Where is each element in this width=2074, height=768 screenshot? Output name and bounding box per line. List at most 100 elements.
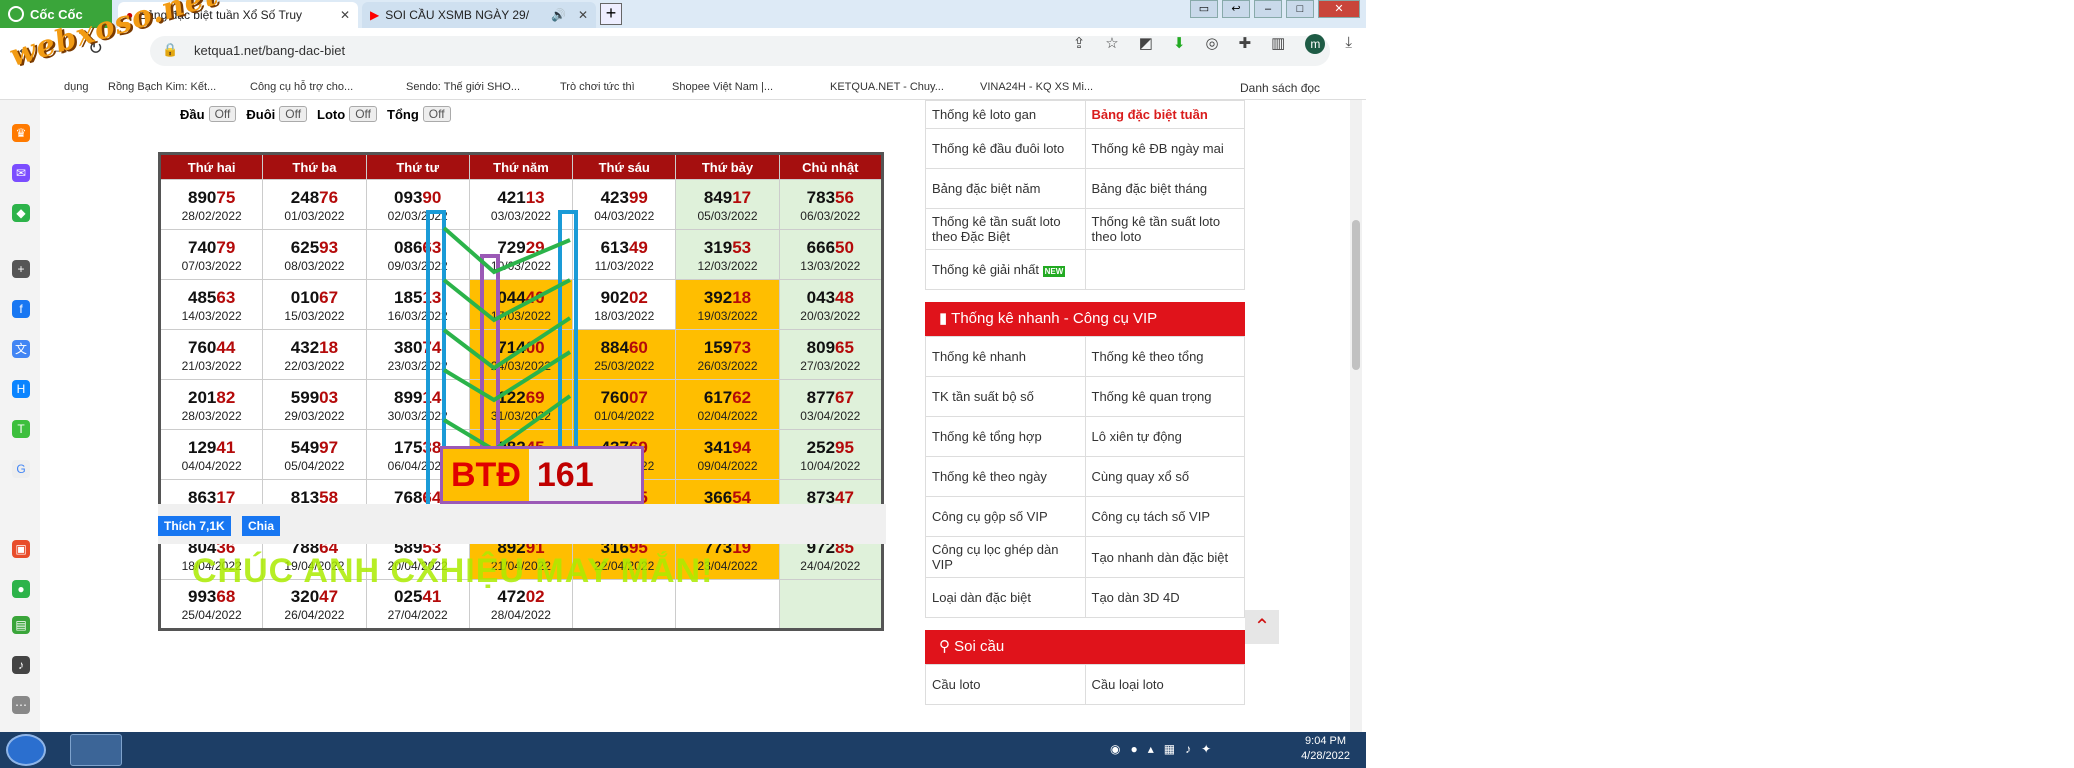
link-bang-db-thang[interactable]: Bảng đặc biệt tháng <box>1084 168 1245 209</box>
link-db-ngay-mai[interactable]: Thống kê ĐB ngày mai <box>1084 128 1245 169</box>
result-cell: 61349 11/03/2022 <box>572 229 677 280</box>
taskbar-coccoc-app[interactable] <box>70 734 122 766</box>
bookmark-item[interactable]: KETQUA.NET - Chuy... <box>830 81 944 93</box>
reading-list-button[interactable]: Danh sách đọc <box>1240 81 1320 95</box>
link-giai-nhat[interactable]: Thống kê giải nhất NEW <box>925 249 1086 290</box>
sidebar-link[interactable]: Công cụ gộp số VIP <box>925 496 1086 537</box>
search-tabs-icon[interactable]: ▭ <box>1190 0 1218 18</box>
sidebar-link[interactable]: Công cụ lọc ghép dàn VIP <box>925 536 1086 578</box>
link-tan-suat-db[interactable]: Thống kê tần suất loto theo Đặc Biệt <box>925 208 1086 250</box>
sidebar-link[interactable]: TK tần suất bộ số <box>925 376 1086 417</box>
prize-prefix: 809 <box>806 337 836 357</box>
extension-badge-icon[interactable]: ◩ <box>1139 34 1153 54</box>
draw-date: 04/04/2022 <box>181 458 242 473</box>
maximize-button[interactable]: □ <box>1286 0 1314 18</box>
filter-tong-toggle[interactable]: Off <box>422 106 451 122</box>
facebook-icon[interactable]: f <box>12 300 30 318</box>
color-wheel-icon[interactable]: ◎ <box>1206 34 1219 54</box>
sidebar-link[interactable]: Thống kê nhanh <box>925 336 1086 377</box>
crown-icon[interactable]: ♛ <box>12 124 30 142</box>
bookmark-item[interactable]: Shopee Việt Nam |... <box>672 81 773 93</box>
sidebar-link[interactable]: Cầu loại loto <box>1084 664 1245 705</box>
filter-duoi-toggle[interactable]: Off <box>279 106 308 122</box>
prize-tail: 29 <box>525 237 545 257</box>
shopping-icon[interactable]: ▣ <box>12 540 30 558</box>
map-pin-icon[interactable]: ● <box>12 580 30 598</box>
draw-date: 03/04/2022 <box>800 408 861 423</box>
close-tab-icon[interactable]: ✕ <box>578 8 588 22</box>
link-tan-suat-loto[interactable]: Thống kê tần suất loto theo loto <box>1084 208 1245 250</box>
close-window-button[interactable]: ✕ <box>1318 0 1360 18</box>
expand-icon[interactable]: ▴ <box>1148 742 1154 756</box>
tab-inactive[interactable]: ▶ SOI CẦU XSMB NGÀY 29/ 🔊 ✕ <box>362 2 596 28</box>
sidebar-link[interactable]: Cầu loto <box>925 664 1086 705</box>
globe-icon[interactable]: ◉ <box>1110 742 1120 756</box>
google-icon[interactable]: G <box>12 460 30 478</box>
downloads-icon[interactable]: ⤓ <box>1345 34 1352 54</box>
draw-date: 30/03/2022 <box>387 408 448 423</box>
bookmark-item[interactable]: Sendo: Thế giới SHO... <box>406 81 520 93</box>
link-dau-duoi-loto[interactable]: Thống kê đầu đuôi loto <box>925 128 1086 169</box>
sidebar-link[interactable]: Tạo nhanh dàn đặc biệt <box>1084 536 1245 578</box>
draw-date: 14/03/2022 <box>181 308 242 323</box>
sidebar-link[interactable]: Loại dàn đặc biệt <box>925 577 1086 618</box>
btd-label: BTĐ <box>443 449 529 501</box>
bookmark-item[interactable]: VINA24H - KQ XS Mi... <box>980 81 1093 93</box>
sheet-icon[interactable]: ▤ <box>12 616 30 634</box>
volume-icon[interactable]: ♪ <box>1185 742 1191 756</box>
sidebar-link[interactable]: Thống kê quan trọng <box>1084 376 1245 417</box>
bookmark-item[interactable]: dụng <box>64 81 88 93</box>
facebook-like-button[interactable]: Thích 7,1K <box>158 516 231 536</box>
sidebar-link[interactable]: Lô xiên tự động <box>1084 416 1245 457</box>
sidebar-link[interactable]: Thống kê tổng hợp <box>925 416 1086 457</box>
lock-icon[interactable]: 🔒 <box>162 42 178 58</box>
puzzle-icon[interactable]: ✚ <box>1239 34 1252 54</box>
draw-date: 04/03/2022 <box>594 208 655 223</box>
bookmark-item[interactable]: Công cụ hỗ trợ cho... <box>250 81 353 93</box>
app-icon[interactable]: ● <box>1130 742 1137 756</box>
game-icon[interactable]: ◆ <box>12 204 30 222</box>
translate-icon[interactable]: 文 <box>12 340 30 358</box>
back-icon[interactable]: ↩ <box>1222 0 1250 18</box>
filter-loto-toggle[interactable]: Off <box>349 106 377 122</box>
minimize-button[interactable]: – <box>1254 0 1282 18</box>
link-label: Thống kê giải nhất <box>932 262 1039 277</box>
download-icon[interactable]: ⬇ <box>1173 34 1186 54</box>
facebook-share-button[interactable]: Chia <box>242 516 281 536</box>
t-app-icon[interactable]: T <box>12 420 30 438</box>
start-button[interactable] <box>6 734 46 766</box>
bookmark-item[interactable]: Rồng Bạch Kim: Kết... <box>108 81 216 93</box>
messenger-icon[interactable]: ✉ <box>12 164 30 182</box>
bell-icon[interactable]: ♪ <box>12 656 30 674</box>
link-bang-dac-biet-tuan[interactable]: Bảng đặc biệt tuần <box>1084 100 1245 129</box>
scroll-to-top-button[interactable]: ⌃ <box>1245 610 1279 644</box>
result-cell: 25295 10/04/2022 <box>778 429 884 480</box>
sidebar-link[interactable]: Công cụ tách số VIP <box>1084 496 1245 537</box>
link-bang-db-nam[interactable]: Bảng đặc biệt năm <box>925 168 1086 209</box>
star-icon[interactable]: ☆ <box>1105 34 1118 54</box>
new-tab-button[interactable]: + <box>600 3 622 25</box>
clock[interactable]: 9:04 PM 4/28/2022 <box>1301 734 1350 764</box>
sidebar-link[interactable]: Cùng quay xổ số <box>1084 456 1245 497</box>
result-cell: 04348 20/03/2022 <box>778 279 884 330</box>
vertical-scrollbar[interactable] <box>1350 100 1362 732</box>
sidebar-link[interactable]: Thống kê theo ngày <box>925 456 1086 497</box>
bookmark-item[interactable]: Trò chơi tức thì <box>560 81 635 93</box>
sidebar-link[interactable]: Tạo dàn 3D 4D <box>1084 577 1245 618</box>
sidebar-toggle-icon[interactable]: ▥ <box>1271 34 1285 54</box>
prize-number: 48563 <box>161 287 262 309</box>
sidebar-link[interactable]: Thống kê theo tổng <box>1084 336 1245 377</box>
more-icon[interactable]: ⋯ <box>12 696 30 714</box>
share-icon[interactable]: ⇪ <box>1073 34 1086 54</box>
link-loto-gan[interactable]: Thống kê loto gan <box>925 100 1086 129</box>
filter-dau-toggle[interactable]: Off <box>208 106 237 122</box>
network-icon[interactable]: ▦ <box>1164 742 1175 756</box>
wifi-icon[interactable]: ✦ <box>1201 742 1211 756</box>
prize-number: 89914 <box>367 387 469 409</box>
h-app-icon[interactable]: H <box>12 380 30 398</box>
scrollbar-thumb[interactable] <box>1352 220 1360 370</box>
avatar[interactable]: m <box>1305 34 1326 54</box>
audio-icon[interactable]: 🔊 <box>551 8 566 22</box>
add-icon[interactable]: + <box>12 260 30 278</box>
close-tab-icon[interactable]: ✕ <box>340 8 350 22</box>
